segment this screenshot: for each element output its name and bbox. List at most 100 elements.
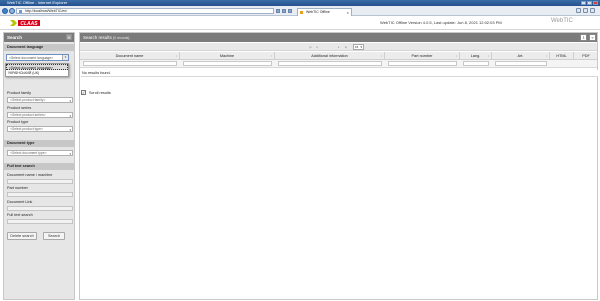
collapse-icon[interactable]: « (589, 34, 596, 41)
address-input[interactable]: http://localhost/WebTIC/en/ (16, 8, 274, 14)
column-label: Part number (411, 54, 433, 58)
minimize-icon[interactable] (581, 1, 586, 5)
sort-icon: ↕ (175, 54, 178, 58)
document-type-heading: Document type (4, 140, 74, 147)
delete-search-button[interactable]: Delete search (7, 232, 37, 240)
part-number-label: Part number (7, 186, 28, 190)
column-part-number[interactable]: Part number ↕ (385, 52, 460, 60)
full-text-input[interactable] (7, 219, 73, 224)
filter-row (80, 60, 597, 68)
chevron-down-icon: ▾ (69, 152, 71, 156)
filter-additional-info[interactable] (278, 61, 382, 66)
claas-logo: CLAAS (10, 20, 40, 27)
chevron-down-icon: ▾ (360, 45, 362, 49)
doc-link-input[interactable] (7, 206, 73, 211)
column-html[interactable]: HTML (550, 52, 574, 60)
document-language-value: <Select document language> (9, 56, 54, 60)
first-page-icon[interactable]: |◂ (309, 45, 313, 49)
document-type-value: <Select document type> (10, 151, 47, 155)
filter-art[interactable] (495, 61, 547, 66)
last-page-icon[interactable]: ▸| (345, 45, 349, 49)
close-window-icon[interactable] (593, 1, 598, 5)
scroll-results-checkbox[interactable]: ✓ (81, 90, 86, 95)
filter-part-number[interactable] (388, 61, 457, 66)
doc-name-input[interactable] (7, 179, 73, 184)
sidebar-header: Search « (4, 33, 74, 42)
product-series-value: <Select product series> (10, 113, 46, 117)
search-results-panel: Search results (0 records) ⇩ « |◂ ◂ ▸ ▸|… (79, 32, 598, 300)
chevron-down-icon: ▾ (62, 55, 68, 60)
pager-bar: |◂ ◂ ▸ ▸| 15 ▾ (80, 43, 597, 51)
column-label: Art. (517, 54, 524, 58)
column-additional-info[interactable]: Additional information ↕ (275, 52, 385, 60)
app-title: WebTIC (551, 18, 573, 24)
column-language[interactable]: Lang. ↕ (460, 52, 492, 60)
full-text-heading: Full text search (4, 163, 74, 170)
page-icon (19, 10, 22, 13)
window-title: WebTIC Offline - Internet Explorer (7, 0, 68, 5)
column-label: Lang. (470, 54, 481, 58)
next-page-icon[interactable]: ▸ (338, 45, 342, 49)
browser-tab[interactable]: WebTIC Offline × (297, 8, 352, 16)
sort-icon: ↕ (380, 54, 383, 58)
url-text: http://localhost/WebTIC/en/ (25, 9, 68, 13)
scroll-results-option: ✓ Scroll results (81, 89, 111, 96)
prev-page-icon[interactable]: ◂ (316, 45, 320, 49)
tab-close-icon[interactable]: × (347, 9, 349, 16)
results-table-header: Document name ↕ Machine ↕ Additional infor… (80, 52, 597, 60)
product-family-value: <Select product family> (10, 98, 46, 102)
column-pdf[interactable]: PDF (574, 52, 598, 60)
chevron-down-icon: ▾ (69, 114, 71, 118)
product-family-label: Product family (7, 91, 32, 95)
logo-text: CLAAS (20, 21, 38, 27)
back-icon[interactable] (2, 8, 8, 14)
column-label: Document name (115, 54, 144, 58)
product-type-value: <Select product type> (10, 127, 43, 131)
results-header: Search results (0 records) ⇩ « (80, 33, 597, 42)
product-series-select[interactable]: <Select product series> ▾ (7, 112, 73, 118)
column-label: PDF (582, 54, 590, 58)
compat-view-icon[interactable] (288, 9, 292, 13)
column-document-name[interactable]: Document name ↕ (80, 52, 180, 60)
product-type-label: Product type (7, 120, 29, 124)
document-language-select[interactable]: <Select document language> ▾ (6, 54, 69, 61)
page-size-value: 15 (355, 45, 359, 49)
column-art[interactable]: Art. ↕ (492, 52, 550, 60)
language-option[interactable]: УКРАЇНСЬКИЙ (UK) (6, 70, 68, 76)
filter-document-name[interactable] (83, 61, 177, 66)
export-icon[interactable]: ⇩ (580, 34, 587, 41)
favicon-icon (300, 11, 303, 14)
forward-icon[interactable] (9, 8, 15, 14)
page-size-select[interactable]: 15 ▾ (353, 44, 364, 50)
filter-language[interactable] (463, 61, 489, 66)
gear-icon[interactable] (590, 8, 595, 13)
favorites-icon[interactable] (583, 8, 588, 13)
app-header (0, 16, 600, 30)
tab-label: WebTIC Offline (306, 10, 330, 14)
column-label: Machine (219, 54, 235, 58)
sort-icon: ↕ (455, 54, 458, 58)
chevron-down-icon: ▾ (69, 128, 71, 132)
sidebar-title: Search (7, 35, 23, 40)
chevron-down-icon: ▾ (69, 99, 71, 103)
document-language-options: <Select document language> УКРАЇНСЬКИЙ (… (5, 63, 69, 77)
collapse-icon[interactable]: « (66, 34, 72, 40)
product-type-select[interactable]: <Select product type> ▾ (7, 126, 73, 132)
refresh-icon[interactable] (282, 9, 286, 13)
search-icon[interactable] (276, 9, 280, 13)
document-type-select[interactable]: <Select document type> ▾ (7, 150, 73, 156)
no-results-message: No results found. (81, 70, 598, 77)
column-label: HTML (556, 54, 567, 58)
address-bar-area: http://localhost/WebTIC/en/ WebTIC Offli… (0, 6, 600, 16)
column-label: Additional information (311, 54, 348, 58)
filter-machine[interactable] (183, 61, 272, 66)
product-family-select[interactable]: <Select product family> ▾ (7, 97, 73, 103)
sort-icon: ↕ (487, 54, 490, 58)
search-button[interactable]: Search (43, 232, 65, 240)
home-icon[interactable] (576, 8, 581, 13)
part-number-input[interactable] (7, 192, 73, 197)
maximize-icon[interactable] (587, 1, 592, 5)
version-info: WebTIC Offline Version 4.0.5, Last updat… (380, 20, 502, 25)
column-machine[interactable]: Machine ↕ (180, 52, 275, 60)
sort-icon: ↕ (545, 54, 548, 58)
